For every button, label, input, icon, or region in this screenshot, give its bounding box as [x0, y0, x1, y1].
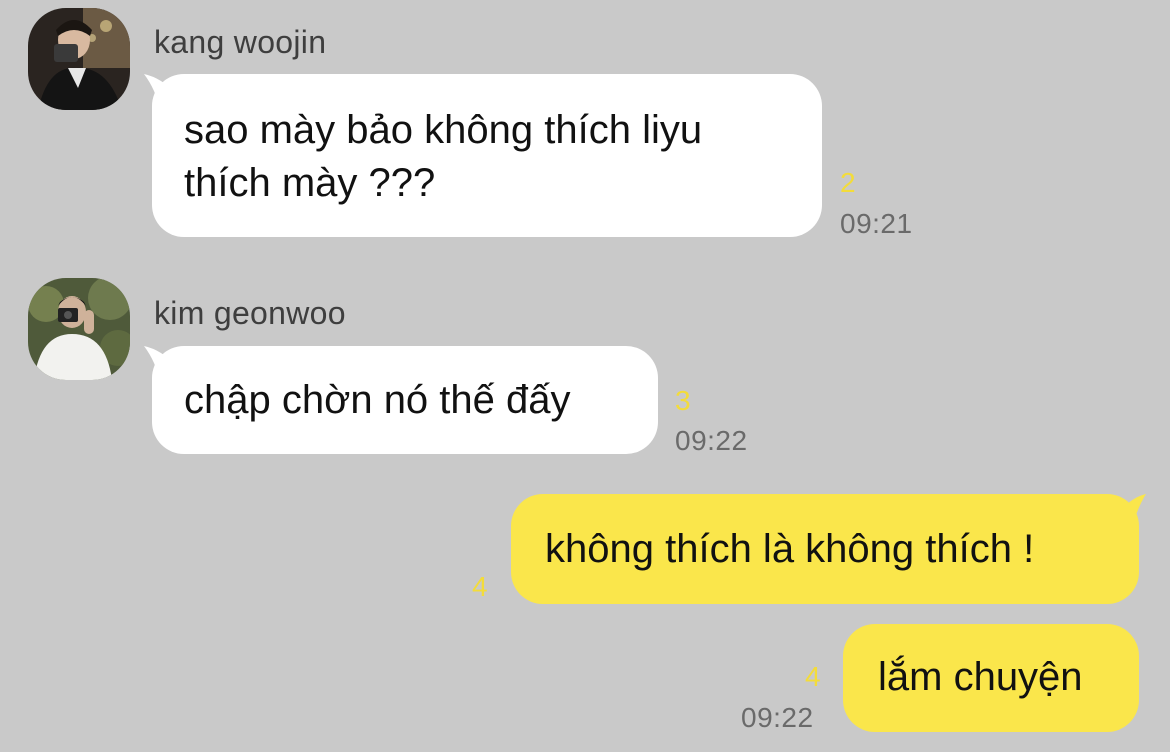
avatar-kim-geonwoo[interactable] [28, 278, 130, 380]
sender-name: kang woojin [154, 24, 327, 60]
message-text: lắm chuyện [878, 655, 1083, 699]
message-timestamp: 09:22 [741, 702, 814, 733]
bubble-tail [1118, 494, 1146, 530]
chat-thread: kang woojin sao mày bảo không thích liyu… [0, 0, 1170, 752]
message-timestamp: 09:22 [675, 425, 748, 456]
avatar-kang-woojin[interactable] [28, 8, 130, 110]
message-timestamp: 09:21 [840, 208, 913, 239]
unread-count: 3 [675, 385, 691, 416]
message-bubble-incoming[interactable]: chập chờn nó thế đấy [152, 346, 658, 454]
message-bubble-incoming[interactable]: sao mày bảo không thích liyu thích mày ?… [152, 74, 822, 237]
message-bubble-outgoing[interactable]: lắm chuyện [843, 624, 1139, 732]
unread-count: 4 [805, 661, 821, 692]
unread-count: 4 [472, 571, 488, 602]
message-text-line: sao mày bảo không thích liyu [184, 108, 703, 152]
message-bubble-outgoing[interactable]: không thích là không thích ! [511, 494, 1139, 604]
message-text-line: thích mày ??? [184, 161, 436, 205]
photo-avatar-icon [28, 8, 130, 110]
sender-name: kim geonwoo [154, 295, 346, 331]
message-text: chập chờn nó thế đấy [184, 378, 571, 422]
message-text: không thích là không thích ! [545, 527, 1035, 571]
photo-avatar-icon [28, 278, 130, 380]
unread-count: 2 [840, 167, 856, 198]
